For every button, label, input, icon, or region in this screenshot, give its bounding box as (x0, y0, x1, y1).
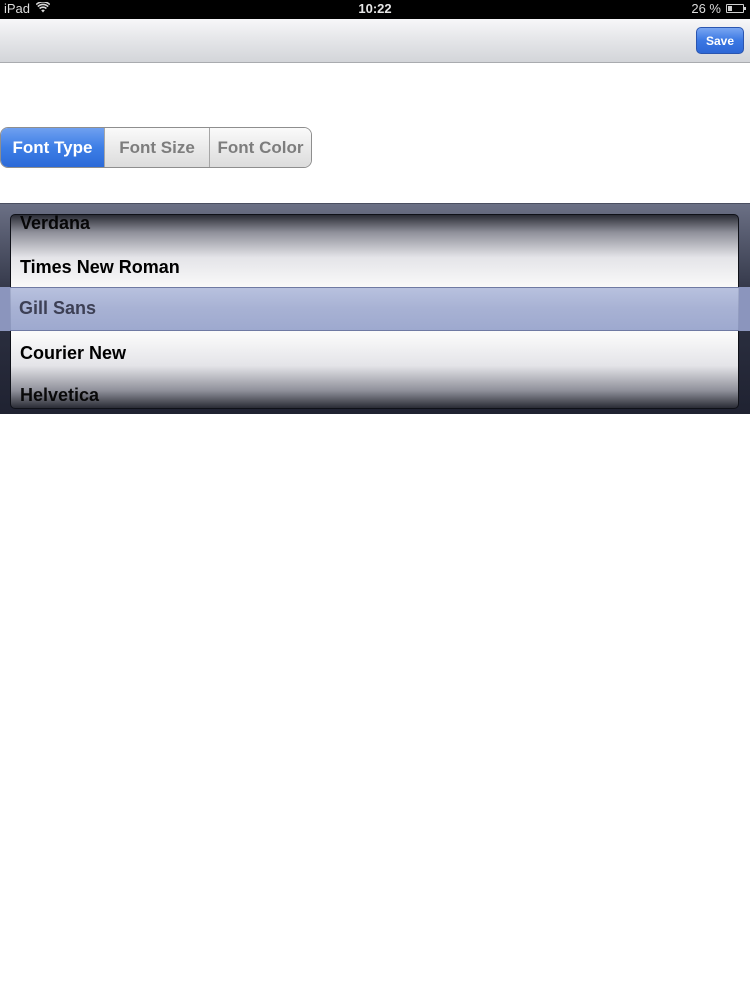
save-button[interactable]: Save (696, 27, 744, 54)
selection-band-right-edge (739, 287, 750, 331)
picker-item-gill-sans[interactable]: Gill Sans (19, 298, 96, 319)
battery-percent: 26 % (691, 1, 721, 16)
picker-item-helvetica[interactable]: Helvetica (20, 385, 720, 406)
picker-item-courier-new[interactable]: Courier New (20, 343, 720, 364)
picker-item-verdana[interactable]: Verdana (20, 215, 720, 234)
picker-selection-indicator[interactable]: Gill Sans (10, 287, 739, 331)
picker-item-times-new-roman[interactable]: Times New Roman (20, 257, 720, 278)
status-right: 26 % (691, 1, 746, 16)
font-option-segmented-control: Font Type Font Size Font Color (0, 127, 312, 168)
selection-band-left-edge (0, 287, 10, 331)
segment-font-color[interactable]: Font Color (209, 128, 311, 167)
status-bar: iPad 10:22 26 % (0, 0, 750, 19)
status-time: 10:22 (358, 1, 392, 16)
segment-font-type[interactable]: Font Type (1, 128, 104, 167)
battery-icon (726, 4, 746, 13)
battery-level (728, 6, 732, 11)
toolbar: Save (0, 19, 750, 63)
segment-font-size[interactable]: Font Size (104, 128, 209, 167)
